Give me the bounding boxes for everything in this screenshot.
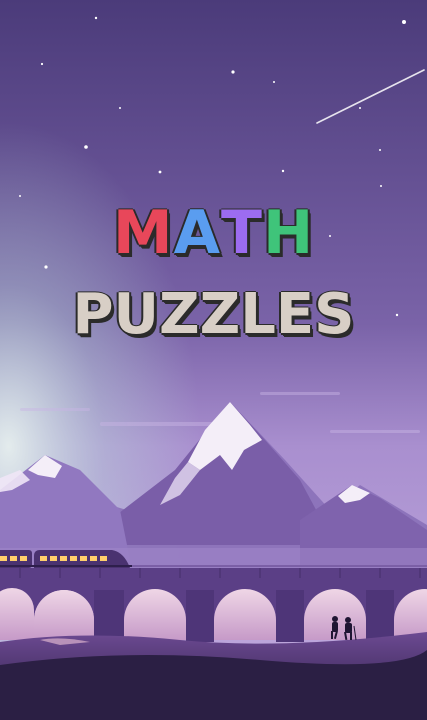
- title-puzzles-text: PUZZLES: [72, 282, 355, 347]
- bridge-deck: [0, 568, 427, 578]
- train-image: [0, 550, 132, 568]
- title-letter-m: M: [112, 198, 174, 268]
- background-landscape: [0, 0, 427, 720]
- title-math: MATH: [0, 198, 427, 268]
- splash-screen: MATH PUZZLES: [0, 0, 427, 720]
- title-letter-h: H: [262, 198, 315, 268]
- title-puzzles: PUZZLES: [0, 282, 427, 347]
- title-letter-t: T: [221, 198, 263, 268]
- title-letter-a: A: [173, 198, 221, 268]
